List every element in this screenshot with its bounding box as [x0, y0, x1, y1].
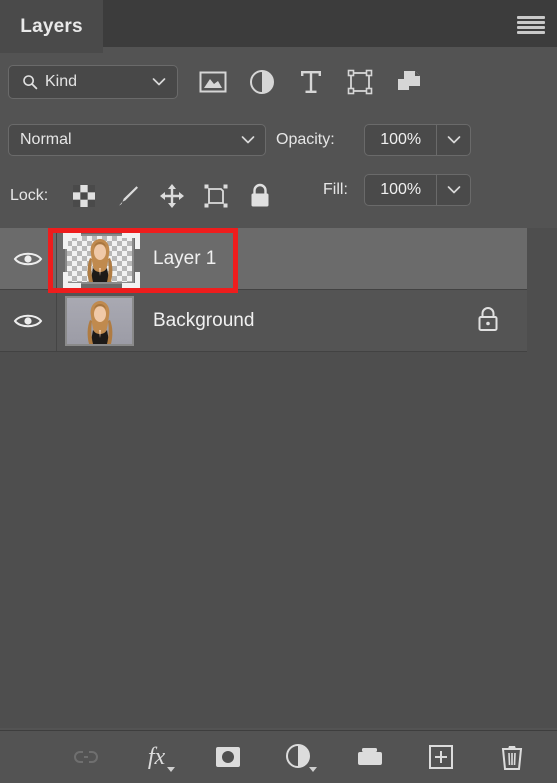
menu-line — [517, 26, 545, 29]
chevron-down-icon — [152, 77, 166, 87]
opacity-label: Opacity: — [276, 131, 335, 148]
menu-line — [517, 21, 545, 24]
layers-panel: Layers Kind Normal Opacity: 100% Lock: F… — [0, 0, 557, 783]
layer-visibility-toggle[interactable] — [0, 228, 57, 289]
lock-all-icon[interactable] — [244, 180, 276, 212]
adjustment-layer-filter-icon[interactable] — [245, 65, 279, 99]
add-layer-mask-button[interactable] — [211, 740, 245, 774]
bracket-top-right-v — [135, 233, 140, 249]
eye-icon — [13, 314, 43, 327]
mask-icon — [215, 747, 240, 767]
layer-name[interactable]: Layer 1 — [153, 248, 216, 270]
shape-layer-filter-icon[interactable] — [343, 65, 377, 99]
pixel-layer-filter-icon[interactable] — [196, 65, 230, 99]
fill-label: Fill: — [323, 181, 348, 198]
link-icon — [73, 751, 98, 763]
layer-locked-icon — [475, 304, 501, 337]
delete-layer-button[interactable] — [495, 740, 529, 774]
tab-bar-empty-area — [103, 0, 557, 50]
tab-layers-label: Layers — [20, 15, 83, 37]
tab-layers[interactable]: Layers — [0, 0, 103, 53]
layer-visibility-toggle[interactable] — [0, 290, 57, 351]
bracket-top-left-v — [63, 233, 68, 249]
bracket-bottom-left-v — [63, 272, 68, 288]
lock-buttons — [68, 179, 276, 213]
layer-thumbnail[interactable] — [65, 295, 134, 346]
lock-bar: Lock: Fill: 100% — [0, 165, 557, 229]
panel-tab-bar: Layers — [0, 0, 557, 53]
layer-style-label: fx — [147, 744, 166, 770]
fill-stepper[interactable] — [436, 175, 470, 205]
eye-icon — [13, 252, 43, 265]
bracket-bottom-right-v — [135, 272, 140, 288]
new-layer-button[interactable] — [424, 740, 458, 774]
opacity-value[interactable]: 100% — [365, 125, 436, 155]
new-adjustment-layer-button[interactable] — [282, 740, 317, 774]
lock-position-icon[interactable] — [156, 180, 188, 212]
blend-mode-select[interactable]: Normal — [8, 124, 266, 156]
dropdown-triangle-icon — [166, 767, 175, 772]
layer-thumbnail[interactable] — [65, 233, 134, 284]
filter-bar: Kind — [0, 53, 557, 161]
type-layer-filter-icon[interactable] — [294, 65, 328, 99]
layer-list: Layer 1 Background — [0, 228, 557, 728]
trash-icon — [501, 746, 522, 770]
filter-type-icons — [196, 65, 426, 99]
fill-value[interactable]: 100% — [365, 175, 436, 205]
plus-square-icon — [428, 745, 453, 769]
lock-label: Lock: — [10, 187, 49, 204]
search-icon — [22, 74, 38, 90]
menu-line — [517, 31, 545, 34]
dropdown-triangle-icon — [308, 767, 317, 772]
filter-kind-label: Kind — [45, 73, 78, 90]
filter-kind-select[interactable]: Kind — [8, 65, 178, 99]
portrait-thumbnail-image — [87, 300, 112, 344]
link-layers-button[interactable] — [69, 740, 103, 774]
layer-name[interactable]: Background — [153, 310, 254, 332]
chevron-down-icon — [241, 135, 255, 145]
portrait-thumbnail-image — [87, 238, 112, 282]
blend-mode-value: Normal — [20, 131, 72, 148]
blend-mode-bar: Normal Opacity: 100% — [0, 115, 557, 165]
lock-image-pixels-icon[interactable] — [112, 180, 144, 212]
opacity-stepper[interactable] — [436, 125, 470, 155]
new-group-button[interactable] — [353, 740, 387, 774]
lock-transparent-pixels-icon[interactable] — [68, 180, 100, 212]
layer-style-button[interactable]: fx — [140, 740, 175, 774]
opacity-field[interactable]: 100% — [364, 124, 471, 156]
table-row[interactable]: Background — [0, 290, 527, 352]
folder-icon — [357, 748, 382, 765]
lock-artboard-nesting-icon[interactable] — [200, 180, 232, 212]
smart-object-filter-icon[interactable] — [392, 65, 426, 99]
layers-bottom-toolbar: fx — [0, 730, 557, 783]
menu-line — [517, 16, 545, 19]
fill-field[interactable]: 100% — [364, 174, 471, 206]
hamburger-menu-icon[interactable] — [517, 13, 545, 37]
